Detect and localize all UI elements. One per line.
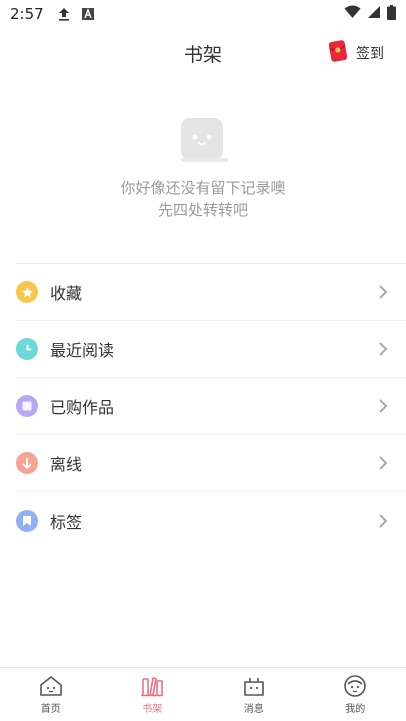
star-icon: [16, 281, 38, 303]
tab-label: 首页: [40, 704, 61, 715]
menu-item-label: 离线: [50, 455, 83, 474]
tab-label: 书架: [142, 704, 163, 715]
tab-profile[interactable]: 我的: [305, 668, 406, 721]
chevron-right-icon: [379, 285, 388, 299]
signin-button[interactable]: 签到: [328, 40, 384, 66]
menu-item-recent[interactable]: 最近阅读: [16, 321, 406, 378]
chevron-right-icon: [379, 513, 388, 528]
tab-bookshelf[interactable]: 书架: [102, 668, 204, 721]
menu-item-offline[interactable]: 离线: [16, 435, 406, 492]
clock-icon: [16, 338, 38, 360]
status-time: 2:57: [10, 5, 44, 23]
tab-home[interactable]: 首页: [0, 668, 102, 721]
empty-face-icon: [181, 118, 228, 162]
tab-label: 消息: [243, 704, 264, 715]
upload-icon: [58, 7, 70, 21]
message-icon: [243, 678, 264, 696]
chevron-right-icon: [379, 399, 388, 413]
home-icon: [39, 676, 62, 696]
purchased-icon: [16, 395, 38, 417]
empty-line-2: 先四处转转吧: [157, 201, 248, 219]
signin-label: 签到: [356, 46, 384, 62]
battery-icon: [387, 4, 396, 24]
chevron-right-icon: [379, 456, 388, 470]
signal-icon: [367, 5, 381, 23]
menu-item-label: 标签: [50, 512, 83, 532]
header: 书架 签到: [0, 28, 406, 80]
a-icon: [81, 8, 94, 20]
bookshelf-icon: [141, 677, 164, 697]
bottom-tabbar: 首页 书架 消息 我的: [0, 667, 406, 721]
menu-item-tags[interactable]: 标签: [16, 492, 406, 549]
tab-label: 我的: [345, 704, 366, 715]
empty-line-1: 你好像还没有留下记录噢: [120, 179, 286, 197]
download-icon: [16, 452, 38, 474]
red-envelope-icon: [328, 40, 348, 66]
menu-item-favorites[interactable]: 收藏: [16, 264, 406, 321]
menu-item-label: 最近阅读: [50, 341, 115, 360]
bookmark-icon: [16, 509, 38, 532]
menu-item-label: 已购作品: [50, 398, 115, 417]
status-bar: 2:57: [0, 0, 406, 28]
menu-item-label: 收藏: [50, 284, 83, 303]
empty-state: 你好像还没有留下记录噢 先四处转转吧: [0, 115, 406, 221]
tab-messages[interactable]: 消息: [203, 668, 305, 721]
menu-item-purchased[interactable]: 已购作品: [16, 378, 406, 435]
wifi-icon: [344, 5, 361, 23]
shelf-menu: 收藏 最近阅读 已购作品 离线 标签: [16, 263, 406, 549]
chevron-right-icon: [379, 342, 388, 356]
profile-icon: [344, 675, 367, 697]
